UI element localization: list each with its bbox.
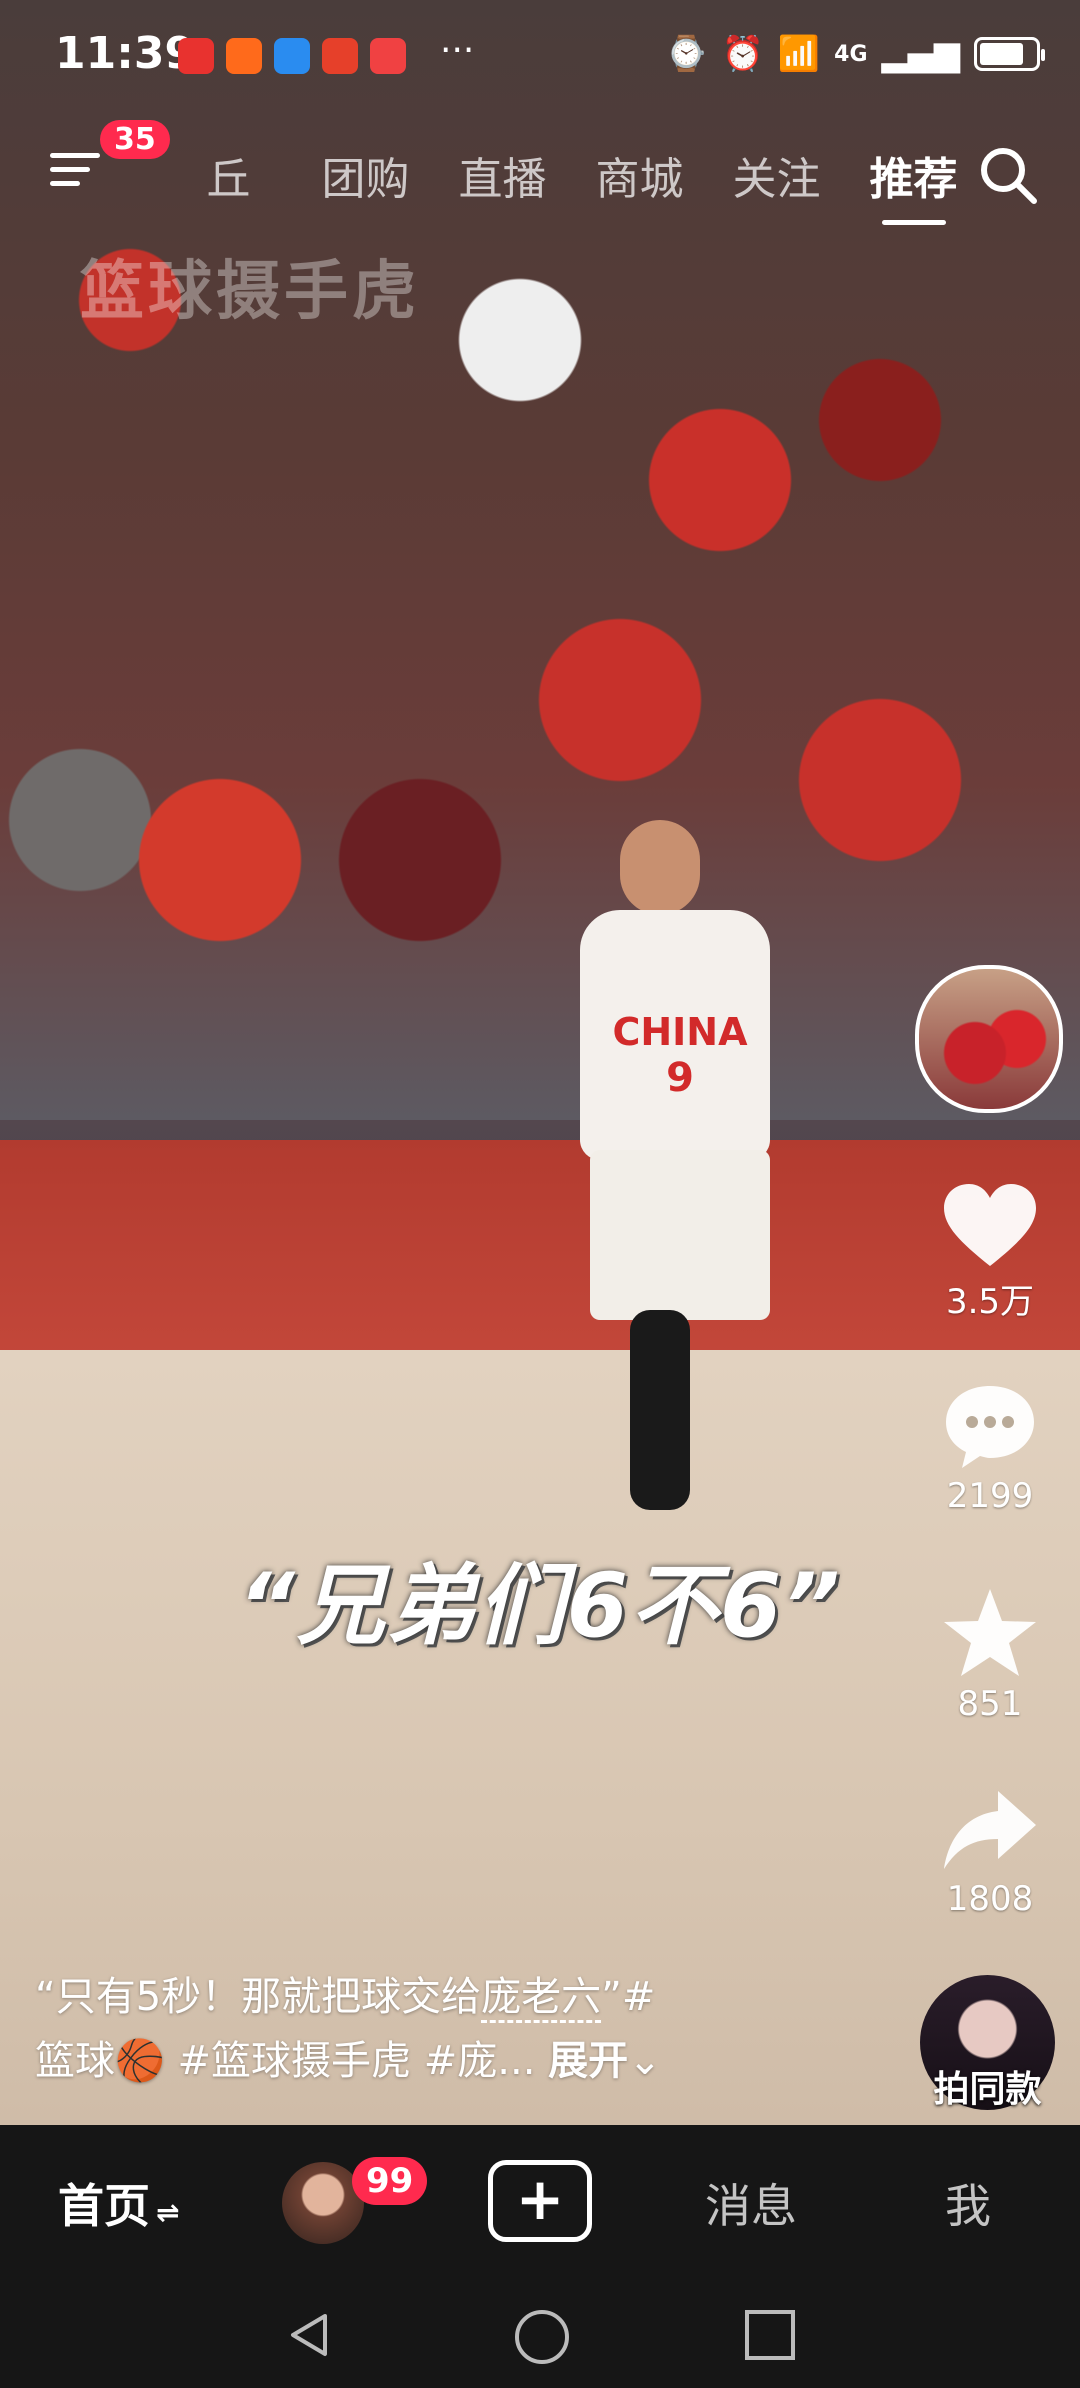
tab-recommended[interactable]: 推荐 — [845, 143, 982, 225]
star-icon — [944, 1589, 1036, 1676]
network-type: 4G — [834, 41, 868, 67]
favorite-count: 851 — [957, 1684, 1023, 1724]
heart-icon — [944, 1184, 1036, 1266]
weibo-icon — [322, 38, 358, 74]
video-description[interactable]: “只有5秒！那就把球交给庞老六”# 篮球🏀 #篮球摄手虎 #庞... 展开⌄ — [35, 1965, 755, 2093]
like-count: 3.5万 — [945, 1282, 1035, 1322]
tab-messages[interactable]: 消息 — [705, 2170, 797, 2236]
recent-apps-icon[interactable] — [745, 2310, 795, 2360]
tab-following[interactable]: 关注 — [708, 143, 845, 207]
author-avatar[interactable] — [915, 965, 1063, 1113]
comment-button[interactable]: 2199 — [910, 1380, 1070, 1516]
tab-local[interactable]: 丘 — [160, 143, 297, 207]
more-notifications-icon: ··· — [440, 30, 475, 71]
alarm-icon: ⏰ — [721, 34, 764, 74]
tab-mall[interactable]: 商城 — [571, 143, 708, 207]
browser-icon — [274, 38, 310, 74]
share-count: 1808 — [946, 1879, 1034, 1919]
plus-icon: + — [515, 2165, 565, 2233]
top-nav: 35 丘 团购 直播 商城 关注 推荐 — [0, 115, 1080, 225]
home-icon[interactable] — [515, 2310, 569, 2364]
status-bar: 11:39 ··· ⌚ ⏰ 📶 4G ▂▄▆ — [0, 0, 1080, 115]
create-button[interactable]: + — [488, 2160, 592, 2242]
system-nav-bar — [0, 2280, 1080, 2388]
tab-home[interactable]: 首页 ⇌ — [58, 2170, 179, 2236]
battery-icon — [974, 37, 1045, 71]
refresh-icon: ⇌ — [156, 2196, 180, 2229]
bottom-tab-bar: 首页 ⇌ 99 + 消息 我 — [0, 2125, 1080, 2280]
comment-icon — [946, 1386, 1034, 1468]
top-tabs: 丘 团购 直播 商城 关注 推荐 — [160, 143, 982, 225]
status-time: 11:39 — [55, 28, 196, 79]
tab-live[interactable]: 直播 — [434, 143, 571, 207]
expand-button[interactable]: 展开 — [548, 2038, 628, 2084]
jersey-text: CHINA — [612, 1010, 748, 1054]
jersey-number: 9 — [666, 1055, 694, 1101]
favorite-button[interactable]: 851 — [910, 1585, 1070, 1724]
share-button[interactable]: 1808 — [910, 1785, 1070, 1919]
toutiao-icon — [370, 38, 406, 74]
search-icon[interactable] — [976, 143, 1040, 207]
tab-group-buy[interactable]: 团购 — [297, 143, 434, 207]
back-icon[interactable] — [285, 2310, 335, 2360]
friend-badge: 99 — [352, 2157, 428, 2205]
share-icon — [944, 1791, 1036, 1869]
description-line-1: “只有5秒！那就把球交给庞老六”# — [35, 1965, 755, 2029]
chevron-down-icon: ⌄ — [628, 2038, 662, 2084]
huawei-appgallery-icon — [178, 38, 214, 74]
video-watermark: 篮球摄手虎 — [80, 255, 420, 329]
same-take-label[interactable]: 拍同款 — [905, 2060, 1070, 2112]
player-figure: CHINA 9 — [570, 800, 790, 1520]
menu-icon[interactable] — [50, 153, 100, 189]
description-line-2: 篮球🏀 #篮球摄手虎 #庞... 展开⌄ — [35, 2038, 662, 2084]
tab-me[interactable]: 我 — [945, 2170, 991, 2236]
like-button[interactable]: 3.5万 — [910, 1180, 1070, 1323]
speed-icon: ⌚ — [665, 34, 708, 74]
notification-app-icons — [178, 38, 406, 74]
wifi-icon: 📶 — [777, 34, 821, 74]
comment-count: 2199 — [946, 1476, 1034, 1516]
mention-link[interactable]: 庞老六 — [481, 1974, 602, 2023]
signal-icon: ▂▄▆ — [881, 34, 960, 74]
taobao-icon — [226, 38, 262, 74]
